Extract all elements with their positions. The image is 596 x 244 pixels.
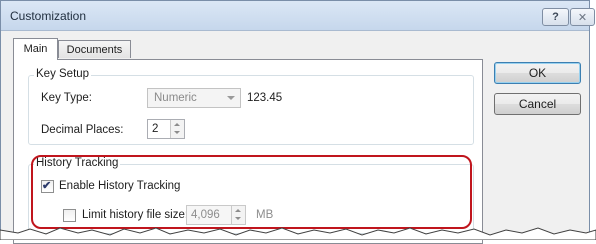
tab-documents[interactable]: Documents (58, 40, 131, 58)
close-button[interactable]: ✕ (570, 8, 595, 26)
spin-up-icon[interactable] (174, 123, 180, 126)
tab-main[interactable]: Main (13, 38, 58, 60)
help-button[interactable]: ? (542, 8, 569, 26)
decimal-places-value: 2 (152, 123, 159, 135)
history-tracking-highlight (31, 155, 472, 229)
key-setup-group: Key Setup Key Type: Numeric 123.45 Decim… (28, 68, 474, 145)
close-icon: ✕ (577, 11, 588, 24)
key-type-select[interactable]: Numeric (147, 88, 241, 108)
key-type-value: Numeric (154, 92, 197, 104)
decimal-places-stepper[interactable]: 2 (147, 119, 185, 139)
decimal-places-label: Decimal Places: (41, 124, 124, 136)
key-type-label: Key Type: (41, 92, 92, 104)
title-bar: Customization ? ✕ (1, 1, 595, 31)
chevron-down-icon (227, 96, 235, 100)
spin-down-icon[interactable] (174, 131, 180, 134)
key-setup-label: Key Setup (34, 68, 92, 80)
dialog-title: Customization (10, 9, 87, 23)
key-type-sample: 123.45 (247, 92, 283, 104)
cancel-button[interactable]: Cancel (494, 93, 581, 115)
help-icon: ? (552, 11, 559, 23)
customization-dialog: Customization ? ✕ Main Documents Key Set… (0, 0, 595, 244)
decimal-places-spin-buttons[interactable] (170, 120, 184, 138)
torn-edge (0, 227, 596, 240)
ok-button[interactable]: OK (494, 62, 581, 84)
